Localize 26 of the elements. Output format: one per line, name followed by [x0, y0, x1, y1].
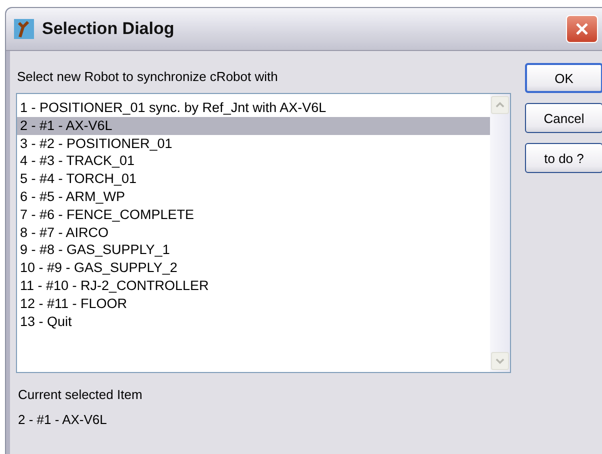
- scroll-down-icon[interactable]: [491, 352, 509, 370]
- list-item[interactable]: 2 - #1 - AX-V6L: [17, 116, 490, 135]
- list-item[interactable]: 8 - #7 - AIRCO: [17, 224, 490, 242]
- list-item[interactable]: 1 - POSITIONER_01 sync. by Ref_Jnt with AX-V6L: [17, 99, 490, 117]
- list-item[interactable]: 9 - #8 - GAS_SUPPLY_1: [17, 241, 490, 260]
- close-button[interactable]: [566, 15, 598, 43]
- list-item[interactable]: 11 - #10 - RJ-2_CONTROLLER: [17, 276, 490, 295]
- close-icon: [574, 21, 590, 37]
- list-item[interactable]: 7 - #6 - FENCE_COMPLETE: [17, 206, 490, 224]
- list-item[interactable]: 4 - #3 - TRACK_01: [17, 152, 490, 170]
- scroll-up-icon[interactable]: [491, 96, 509, 114]
- window-title: Selection Dialog: [42, 19, 176, 39]
- list-item[interactable]: 5 - #4 - TORCH_01: [17, 170, 490, 188]
- list-item[interactable]: 6 - #5 - ARM_WP: [17, 188, 490, 206]
- list-item[interactable]: 12 - #11 - FLOOR: [17, 294, 490, 313]
- prompt-text: Select new Robot to synchronize cRobot with: [17, 69, 279, 86]
- dialog-button[interactable]: Cancel: [525, 103, 602, 133]
- robot-arm-icon: [14, 19, 34, 39]
- list-item[interactable]: 13 - Quit: [17, 312, 490, 330]
- dialog-button[interactable]: to do ?: [525, 143, 602, 173]
- dialog-button[interactable]: OK: [525, 63, 602, 93]
- current-item-label: Current selected Item: [18, 387, 144, 402]
- list-item[interactable]: 10 - #9 - GAS_SUPPLY_2: [17, 259, 490, 277]
- list-item[interactable]: 3 - #2 - POSITIONER_01: [17, 134, 490, 152]
- scrollbar[interactable]: [490, 94, 510, 372]
- current-item-value: 2 - #1 - AX-V6L: [18, 412, 108, 427]
